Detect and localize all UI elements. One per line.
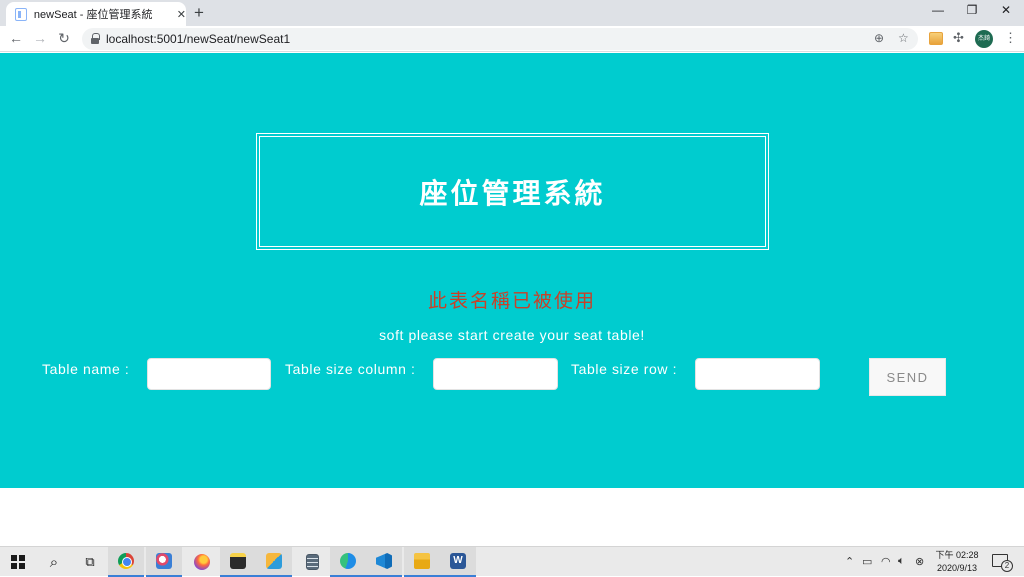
windows-start-icon (11, 555, 25, 569)
url-text[interactable]: localhost:5001/newSeat/newSeat1 (106, 32, 290, 46)
sticky-notes-icon (230, 553, 246, 569)
table-name-label: Table name : (42, 361, 130, 377)
sync-status-icon[interactable]: ⊗ (915, 555, 924, 568)
puzzle-extensions-icon[interactable]: ✣ (953, 30, 964, 46)
browser-tabstrip: newSeat - 座位管理系統 ✕ + — ❐ ✕ (0, 0, 1024, 26)
paint-icon (156, 553, 172, 569)
table-name-input[interactable] (147, 358, 271, 390)
edge-icon (340, 553, 356, 569)
snip-taskbar-button[interactable] (256, 547, 292, 577)
clock-time: 下午 02:28 (935, 550, 979, 560)
table-column-label: Table size column : (285, 361, 416, 377)
chrome-taskbar-button[interactable] (108, 547, 144, 577)
menu-dots-icon[interactable]: ⋮ (1004, 30, 1017, 46)
file-explorer-icon (414, 553, 430, 569)
word-icon: W (450, 553, 466, 569)
firefox-taskbar-button[interactable] (184, 547, 220, 577)
chrome-icon (118, 553, 134, 569)
windows-taskbar: ⌕ ⧉ W ⌃ ▭ ◠ 🔈︎ ⊗ 下午 02:28 2020/9/13 2 (0, 546, 1024, 577)
address-bar[interactable]: localhost:5001/newSeat/newSeat1 ⊕ ☆ (82, 28, 918, 50)
zoom-icon[interactable]: ⊕ (874, 31, 884, 45)
forward-arrow-icon[interactable]: → (31, 30, 49, 46)
taskbar-clock[interactable]: 下午 02:28 2020/9/13 (928, 549, 986, 575)
extension-icon[interactable] (929, 32, 943, 45)
tab-close-icon[interactable]: ✕ (177, 8, 186, 21)
vscode-taskbar-button[interactable] (366, 547, 402, 577)
profile-avatar[interactable]: 杰錡 (975, 30, 993, 48)
calculator-taskbar-button[interactable] (294, 547, 330, 577)
notification-count-badge: 2 (1001, 560, 1013, 572)
clock-date: 2020/9/13 (936, 563, 978, 573)
firefox-icon (194, 554, 210, 570)
file-explorer-taskbar-button[interactable] (404, 547, 440, 577)
restore-button[interactable]: ❐ (955, 3, 989, 17)
send-button[interactable]: SEND (869, 358, 946, 396)
browser-tab[interactable]: newSeat - 座位管理系統 ✕ (6, 2, 186, 26)
table-row-input[interactable] (695, 358, 820, 390)
new-tab-button[interactable]: + (194, 4, 204, 22)
snip-icon (266, 553, 282, 569)
start-button[interactable] (0, 547, 36, 577)
volume-muted-icon[interactable]: 🔈︎ (898, 555, 905, 568)
browser-toolbar: ← → ↻ localhost:5001/newSeat/newSeat1 ⊕ … (0, 26, 1024, 52)
page-title: 座位管理系統 (419, 177, 606, 209)
sticky-notes-taskbar-button[interactable] (220, 547, 256, 577)
back-arrow-icon[interactable]: ← (7, 30, 25, 46)
reload-icon[interactable]: ↻ (55, 30, 73, 46)
table-row-label: Table size row : (571, 361, 678, 377)
paint-taskbar-button[interactable] (146, 547, 182, 577)
subtitle: soft please start create your seat table… (379, 327, 645, 343)
title-frame: 座位管理系統 (256, 133, 769, 250)
battery-icon[interactable]: ▭ (862, 555, 872, 568)
page-content: 座位管理系統 此表名稱已被使用 soft please start create… (0, 53, 1024, 488)
lock-icon[interactable] (91, 33, 100, 44)
minimize-button[interactable]: — (921, 3, 955, 17)
tray-overflow-chevron-icon[interactable]: ⌃ (845, 555, 854, 568)
bookmark-star-icon[interactable]: ☆ (898, 31, 909, 45)
search-icon[interactable]: ⌕ (36, 547, 72, 577)
table-column-input[interactable] (433, 358, 558, 390)
wifi-icon[interactable]: ◠ (881, 555, 891, 568)
edge-taskbar-button[interactable] (330, 547, 366, 577)
word-taskbar-button[interactable]: W (440, 547, 476, 577)
vscode-icon (376, 553, 392, 569)
close-window-button[interactable]: ✕ (989, 3, 1023, 17)
error-message: 此表名稱已被使用 (427, 291, 596, 312)
calculator-icon (305, 554, 319, 570)
task-view-icon[interactable]: ⧉ (72, 547, 108, 577)
page-favicon-icon (15, 7, 27, 21)
tab-title: newSeat - 座位管理系統 (33, 9, 153, 21)
